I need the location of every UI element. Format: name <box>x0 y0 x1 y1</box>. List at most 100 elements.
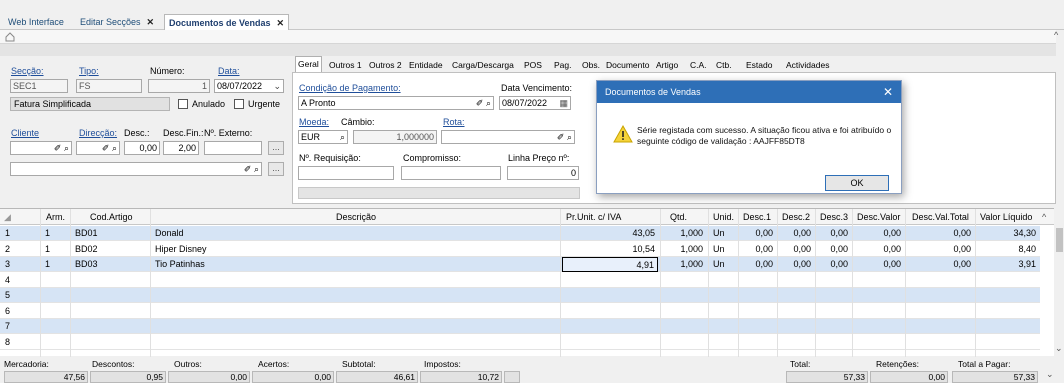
col-desc3[interactable]: Desc.3 <box>820 209 848 224</box>
compromisso-field[interactable] <box>401 166 501 180</box>
close-icon[interactable]: ✕ <box>277 18 285 28</box>
desc-fin-field[interactable]: 2,00 <box>163 141 199 155</box>
cell-pr-unit[interactable]: 10,54 <box>562 242 658 257</box>
cell-pr-unit[interactable]: 4,91 <box>562 257 658 272</box>
tab-web-interface[interactable]: Web Interface <box>4 14 68 30</box>
tab-carga-descarga[interactable]: Carga/Descarga <box>450 58 516 72</box>
tab-documentos-de-vendas[interactable]: Documentos de Vendas ✕ <box>164 14 290 30</box>
col-desc-valor[interactable]: Desc.Valor <box>857 209 900 224</box>
rota-field[interactable]: ✐ ⌕ <box>441 130 575 144</box>
cell-arm[interactable]: 1 <box>42 257 70 272</box>
tab-entidade[interactable]: Entidade <box>407 58 445 72</box>
col-arm[interactable]: Arm. <box>46 209 65 224</box>
tab-pos[interactable]: POS <box>522 58 544 72</box>
cell-qtd[interactable]: 1,000 <box>662 242 706 257</box>
edit-search-icon[interactable]: ✐ ⌕ <box>557 132 572 142</box>
cell-desc1[interactable]: 0,00 <box>740 257 776 272</box>
tab-ca[interactable]: C.A. <box>688 58 709 72</box>
morada-field[interactable]: ✐ ⌕ <box>10 162 262 176</box>
cell-unid[interactable]: Un <box>710 257 738 272</box>
ok-button[interactable]: OK <box>825 175 889 191</box>
cliente-field[interactable]: ✐ ⌕ <box>10 141 72 155</box>
cell-arm[interactable]: 1 <box>42 242 70 257</box>
tab-ctb[interactable]: Ctb. <box>714 58 734 72</box>
cell-cod-artigo[interactable]: BD03 <box>72 257 148 272</box>
col-unid[interactable]: Unid. <box>713 209 734 224</box>
morada-button[interactable]: ... <box>268 162 284 176</box>
edit-search-icon[interactable]: ✐ ⌕ <box>244 164 259 174</box>
direccao-label[interactable]: Direcção: <box>79 128 117 138</box>
cambio-field[interactable]: 1,000000 <box>353 130 437 144</box>
chevron-up-icon[interactable]: ^ <box>1042 209 1046 224</box>
close-icon[interactable]: ✕ <box>881 81 895 103</box>
cell-desc2[interactable]: 0,00 <box>779 257 814 272</box>
desc-field[interactable]: 0,00 <box>124 141 160 155</box>
tab-estado[interactable]: Estado <box>744 58 774 72</box>
cell-desc1[interactable]: 0,00 <box>740 242 776 257</box>
table-row[interactable]: 8 <box>0 335 1040 350</box>
cell-desc-valor[interactable]: 0,00 <box>854 257 904 272</box>
seccao-label[interactable]: Secção: <box>11 66 44 76</box>
cell-desc-valor[interactable]: 0,00 <box>854 226 904 241</box>
urgente-checkbox[interactable] <box>234 99 244 109</box>
cell-descricao[interactable]: Donald <box>152 226 558 241</box>
cell-pr-unit[interactable]: 43,05 <box>562 226 658 241</box>
table-row[interactable]: 4 <box>0 273 1040 288</box>
tab-artigo[interactable]: Artigo <box>654 58 680 72</box>
cell-cod-artigo[interactable]: BD02 <box>72 242 148 257</box>
rota-label[interactable]: Rota: <box>443 117 465 127</box>
tab-geral[interactable]: Geral <box>295 56 322 72</box>
col-desc1[interactable]: Desc.1 <box>743 209 771 224</box>
edit-search-icon[interactable]: ✐ ⌕ <box>476 97 491 109</box>
cell-valor-liquido[interactable]: 34,30 <box>977 226 1039 241</box>
table-row[interactable]: 2 1 BD02 Hiper Disney 10,54 1,000 Un 0,00 0,00 0,… <box>0 242 1040 257</box>
cell-desc-valor[interactable]: 0,00 <box>854 242 904 257</box>
cell-qtd[interactable]: 1,000 <box>662 226 706 241</box>
moeda-label[interactable]: Moeda: <box>299 117 329 127</box>
cell-desc3[interactable]: 0,00 <box>817 226 851 241</box>
n-requisicao-field[interactable] <box>298 166 394 180</box>
table-row[interactable]: 1 1 BD01 Donald 43,05 1,000 Un 0,00 0,00 0,00 0,00… <box>0 226 1040 241</box>
col-descricao[interactable]: Descrição <box>336 209 376 224</box>
cell-unid[interactable]: Un <box>710 226 738 241</box>
tipo-label[interactable]: Tipo: <box>79 66 99 76</box>
moeda-field[interactable]: EUR ⌕ <box>298 130 348 144</box>
cell-desc2[interactable]: 0,00 <box>779 242 814 257</box>
tab-pag[interactable]: Pag. <box>552 58 574 72</box>
numero-field[interactable]: 1 <box>148 79 210 93</box>
search-icon[interactable]: ⌕ <box>340 131 345 143</box>
col-qtd[interactable]: Qtd. <box>670 209 687 224</box>
seccao-field[interactable]: SEC1 <box>10 79 68 93</box>
cell-descricao[interactable]: Hiper Disney <box>152 242 558 257</box>
table-row[interactable]: 7 <box>0 319 1040 334</box>
chevron-down-icon[interactable]: ⌄ <box>1046 369 1054 380</box>
chevron-down-icon[interactable]: ⌄ <box>1055 343 1063 354</box>
tab-editar-seccoes[interactable]: Editar Secções ✕ <box>76 14 158 30</box>
col-pr-unit[interactable]: Pr.Unit. c/ IVA <box>566 209 621 224</box>
cond-pag-label[interactable]: Condição de Pagamento: <box>299 83 401 93</box>
chevron-up-icon[interactable]: ^ <box>1054 30 1058 40</box>
cell-desc1[interactable]: 0,00 <box>740 226 776 241</box>
cell-descricao[interactable]: Tio Patinhas <box>152 257 558 272</box>
direccao-field[interactable]: ✐ ⌕ <box>76 141 120 155</box>
table-row[interactable]: 5 <box>0 288 1040 303</box>
cell-valor-liquido[interactable]: 3,91 <box>977 257 1039 272</box>
n-externo-button[interactable]: ... <box>268 141 284 155</box>
cell-valor-liquido[interactable]: 8,40 <box>977 242 1039 257</box>
edit-search-icon[interactable]: ✐ ⌕ <box>102 143 117 153</box>
tipo-field[interactable]: FS <box>76 79 142 93</box>
home-icon[interactable] <box>5 32 15 42</box>
grid-scroll-thumb[interactable] <box>1056 228 1063 252</box>
tab-obs[interactable]: Obs. <box>580 58 602 72</box>
cell-arm[interactable]: 1 <box>42 226 70 241</box>
cell-desc3[interactable]: 0,00 <box>817 242 851 257</box>
linha-preco-field[interactable]: 0 <box>507 166 579 180</box>
tab-documento[interactable]: Documento <box>604 58 651 72</box>
table-row[interactable]: 6 <box>0 304 1040 319</box>
calendar-icon[interactable]: ▦ <box>559 97 568 109</box>
cliente-label[interactable]: Cliente <box>11 128 39 138</box>
chevron-down-icon[interactable]: ⌄ <box>273 80 281 92</box>
tab-actividades[interactable]: Actividades <box>784 58 831 72</box>
n-externo-field[interactable] <box>204 141 262 155</box>
cell-qtd[interactable]: 1,000 <box>662 257 706 272</box>
